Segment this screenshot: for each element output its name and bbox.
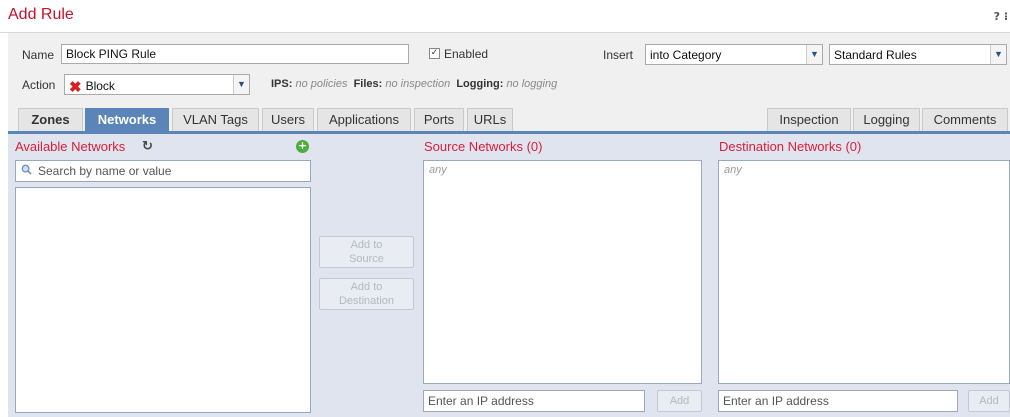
ips-value: no policies	[295, 78, 348, 90]
available-networks-list[interactable]	[15, 187, 311, 413]
insert-select[interactable]: into Category ▼	[645, 44, 823, 65]
add-to-source-button[interactable]: Add to Source	[319, 236, 414, 268]
dialog-title: Add Rule	[8, 6, 74, 23]
add-network-icon[interactable]: +	[296, 140, 309, 153]
tab-logging[interactable]: Logging	[853, 108, 920, 131]
destination-ip-input[interactable]: Enter an IP address	[718, 390, 958, 412]
source-add-button[interactable]: Add	[657, 390, 702, 412]
tab-networks[interactable]: Networks	[85, 108, 169, 131]
insert-select-value: into Category	[650, 48, 722, 62]
tab-vlan-tags[interactable]: VLAN Tags	[172, 108, 259, 131]
dialog-header: Add Rule ? ⁝	[0, 0, 1010, 33]
tab-applications[interactable]: Applications	[317, 108, 411, 131]
tab-users[interactable]: Users	[262, 108, 314, 131]
search-placeholder: Search by name or value	[38, 164, 172, 178]
source-any-text: any	[429, 164, 447, 176]
destination-networks-title: Destination Networks (0)	[719, 139, 862, 154]
source-networks-title: Source Networks (0)	[424, 139, 543, 154]
files-label: Files:	[353, 78, 383, 90]
files-value: no inspection	[385, 78, 451, 90]
action-select[interactable]: ✖ Block ▼	[64, 74, 250, 96]
destination-networks-list[interactable]	[718, 160, 1010, 384]
source-networks-list[interactable]	[423, 160, 702, 384]
category-select[interactable]: Standard Rules ▼	[829, 44, 1007, 65]
chevron-down-icon: ▼	[233, 75, 249, 94]
help-icon[interactable]: ? ⁝	[994, 10, 1008, 23]
tab-ports[interactable]: Ports	[414, 108, 464, 131]
search-icon	[21, 164, 32, 175]
available-networks-title: Available Networks	[15, 139, 126, 154]
name-label: Name	[22, 48, 55, 62]
tab-inspection[interactable]: Inspection	[767, 108, 851, 131]
name-field[interactable]: Block PING Rule	[61, 44, 409, 64]
enabled-label: Enabled	[444, 47, 489, 61]
chevron-down-icon: ▼	[806, 45, 822, 64]
tab-comments[interactable]: Comments	[922, 108, 1008, 131]
action-select-value: Block	[85, 79, 115, 93]
block-x-icon: ✖	[69, 79, 82, 96]
tab-urls[interactable]: URLs	[467, 108, 513, 131]
ips-label: IPS:	[271, 78, 293, 90]
action-label: Action	[22, 78, 56, 92]
refresh-icon[interactable]: ↻	[142, 139, 153, 154]
tab-zones[interactable]: Zones	[18, 108, 83, 131]
network-search-input[interactable]: Search by name or value	[15, 160, 311, 182]
insert-label: Insert	[603, 48, 634, 62]
destination-add-button[interactable]: Add	[968, 390, 1010, 412]
add-to-destination-button[interactable]: Add to Destination	[319, 278, 414, 310]
inspection-summary: IPS: no policies Files: no inspection Lo…	[271, 78, 557, 90]
source-ip-input[interactable]: Enter an IP address	[423, 390, 645, 412]
destination-any-text: any	[724, 164, 742, 176]
logging-value: no logging	[506, 78, 558, 90]
chevron-down-icon: ▼	[990, 45, 1006, 64]
category-select-value: Standard Rules	[834, 48, 917, 62]
logging-label: Logging:	[456, 78, 504, 90]
enabled-checkbox[interactable]: ✓	[429, 48, 440, 59]
